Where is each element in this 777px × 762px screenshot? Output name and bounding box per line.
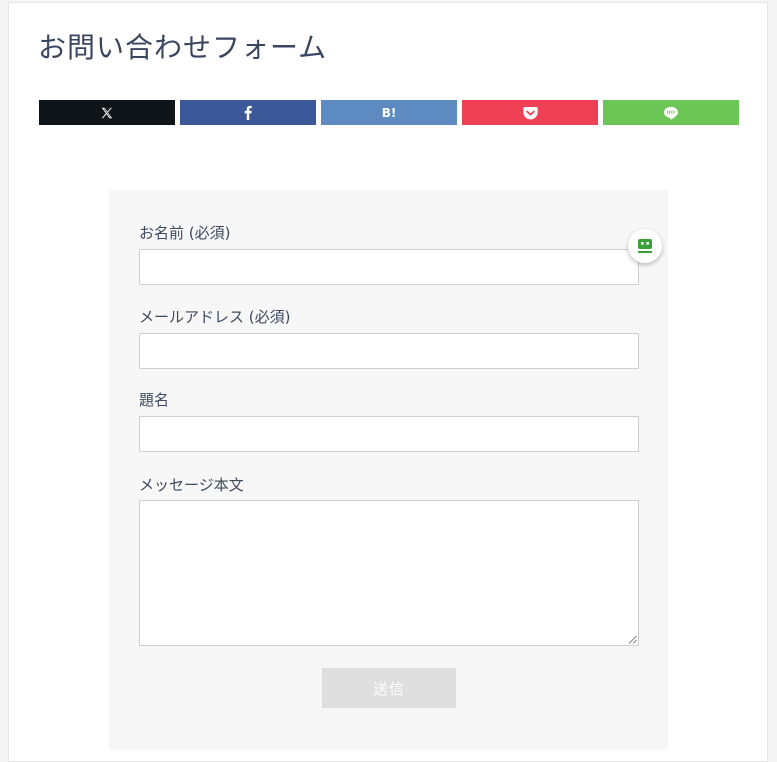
x-logo-icon (101, 107, 113, 118)
pocket-icon (522, 106, 538, 119)
share-line-button[interactable] (603, 100, 739, 125)
name-label: お名前 (必須) (139, 224, 231, 242)
share-x-button[interactable] (39, 100, 175, 125)
resize-grip-icon[interactable] (628, 635, 637, 644)
name-field[interactable] (139, 249, 639, 285)
message-label: メッセージ本文 (139, 476, 244, 494)
robot-face-icon (638, 239, 652, 253)
submit-button[interactable]: 送信 (322, 668, 456, 708)
email-field[interactable] (139, 333, 639, 369)
subject-field[interactable] (139, 416, 639, 452)
hatena-bookmark-icon: B! (381, 105, 397, 120)
facebook-f-icon (244, 105, 252, 120)
share-facebook-button[interactable] (180, 100, 316, 125)
subject-label: 題名 (139, 391, 170, 409)
share-buttons-row: B! (39, 100, 739, 125)
share-hatena-button[interactable]: B! (321, 100, 457, 125)
share-pocket-button[interactable] (462, 100, 598, 125)
page-title: お問い合わせフォーム (38, 31, 328, 64)
message-textarea[interactable] (139, 500, 639, 646)
line-chat-icon (664, 106, 678, 120)
email-label: メールアドレス (必須) (139, 308, 291, 326)
form-helper-badge[interactable] (628, 229, 662, 263)
